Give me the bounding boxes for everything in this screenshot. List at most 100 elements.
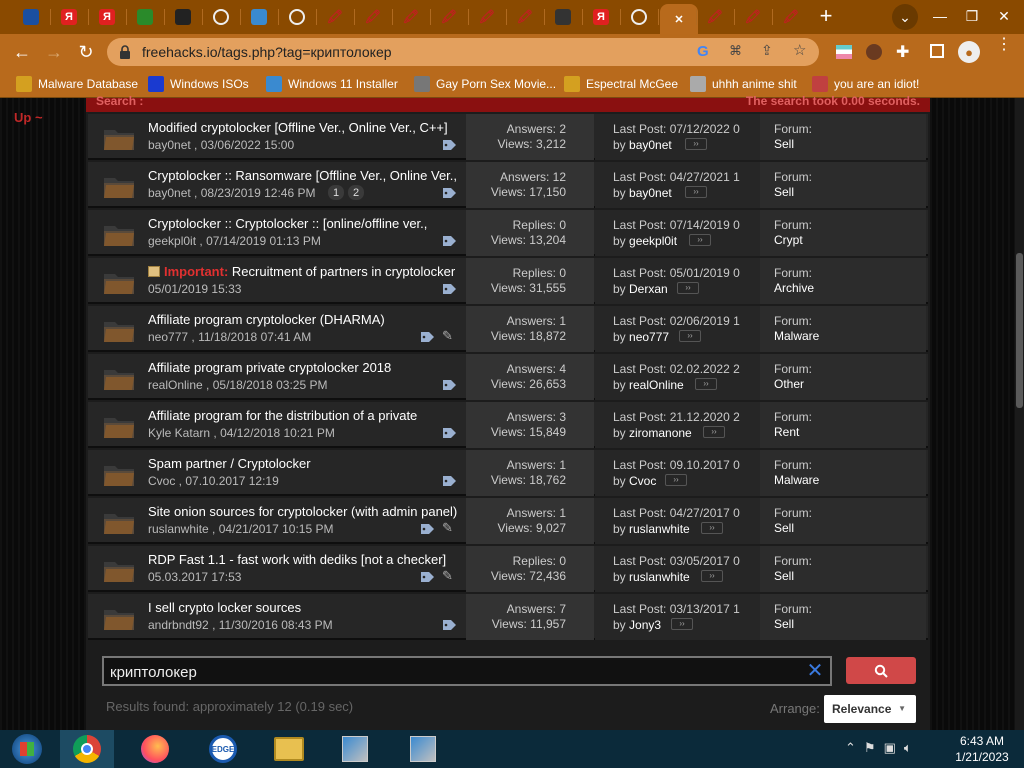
thread-title[interactable]: Cryptolocker :: Cryptolocker :: [online/… (148, 216, 427, 231)
go-to-last-post-icon[interactable]: ›› (677, 282, 699, 294)
google-icon[interactable]: G (697, 43, 709, 60)
browser-tab[interactable]: 🖍︎ (356, 4, 390, 30)
last-post-author[interactable]: bay0net (629, 186, 672, 200)
forum-name[interactable]: Sell (774, 617, 794, 631)
profile-avatar[interactable]: ● (958, 41, 980, 63)
thread-title[interactable]: Cryptolocker :: Ransomware [Offline Ver.… (148, 168, 457, 183)
forum-name[interactable]: Crypt (774, 233, 803, 247)
browser-tab[interactable] (204, 4, 238, 30)
clear-search-icon[interactable]: ✕ (804, 660, 826, 682)
search-input[interactable] (110, 661, 790, 683)
browser-tab[interactable]: 🖍︎ (508, 4, 542, 30)
bookmark-item[interactable]: Windows ISOs (148, 74, 249, 94)
thread-title[interactable]: Spam partner / Cryptolocker (148, 456, 311, 471)
go-to-last-post-icon[interactable]: ›› (685, 138, 707, 150)
go-to-last-post-icon[interactable]: ›› (701, 522, 723, 534)
thread-title[interactable]: Site onion sources for cryptolocker (wit… (148, 504, 457, 519)
bookmark-item[interactable]: Espectral McGee (564, 74, 678, 94)
thread-author[interactable]: realOnline (148, 378, 203, 392)
browser-tab[interactable] (128, 4, 162, 30)
minimize-icon[interactable]: — (924, 2, 956, 30)
search-button[interactable] (846, 657, 916, 684)
browser-tab[interactable]: Я (52, 4, 86, 30)
bookmark-item[interactable]: you are an idiot! (812, 74, 919, 94)
browser-tab[interactable]: 🖍︎ (470, 4, 504, 30)
forward-icon[interactable]: → (42, 40, 66, 64)
go-to-last-post-icon[interactable]: ›› (679, 330, 701, 342)
arrange-select[interactable]: Relevance ▼ (824, 695, 916, 723)
go-to-last-post-icon[interactable]: ›› (685, 186, 707, 198)
thread-title[interactable]: Affiliate program for the distribution o… (148, 408, 417, 423)
browser-tab[interactable]: 🖍︎ (774, 4, 808, 30)
go-to-last-post-icon[interactable]: ›› (701, 570, 723, 582)
go-to-last-post-icon[interactable]: ›› (695, 378, 717, 390)
taskbar-clock[interactable]: 6:43 AM 1/21/2023 (950, 733, 1014, 765)
last-post-author[interactable]: Cvoc (629, 474, 656, 488)
page-link[interactable]: 1 (328, 185, 344, 200)
action-center-flag-icon[interactable]: ⚑ (864, 740, 876, 756)
close-window-icon[interactable]: ✕ (988, 2, 1020, 30)
scroll-up-link[interactable]: Up ~ (14, 110, 43, 125)
network-icon[interactable]: ▣ (884, 740, 896, 756)
forum-name[interactable]: Other (774, 377, 804, 391)
forum-name[interactable]: Rent (774, 425, 799, 439)
page-link[interactable]: 2 (348, 185, 364, 200)
thread-author[interactable]: bay0net (148, 138, 191, 152)
tags-icon[interactable] (442, 186, 458, 199)
last-post-author[interactable]: geekpl0it (629, 234, 677, 248)
go-to-last-post-icon[interactable]: ›› (665, 474, 687, 486)
tags-icon[interactable] (442, 426, 458, 439)
taskbar-installer-1[interactable] (328, 730, 382, 768)
menu-dots-icon[interactable]: ⋮ (996, 37, 1012, 53)
go-to-last-post-icon[interactable]: ›› (671, 618, 693, 630)
forum-name[interactable]: Malware (774, 329, 819, 343)
last-post-author[interactable]: ruslanwhite (629, 522, 690, 536)
browser-tab[interactable] (546, 4, 580, 30)
forum-name[interactable]: Sell (774, 569, 794, 583)
browser-tab[interactable]: 🖍︎ (318, 4, 352, 30)
thread-author[interactable]: bay0net (148, 186, 191, 200)
taskbar-chrome[interactable] (60, 730, 114, 768)
thread-author[interactable]: ruslanwhite (148, 522, 209, 536)
last-post-author[interactable]: bay0net (629, 138, 672, 152)
tags-icon[interactable] (442, 474, 458, 487)
side-panel-icon[interactable] (930, 44, 944, 58)
tags-icon[interactable] (420, 330, 436, 343)
extension-flag-icon[interactable] (836, 45, 852, 59)
thread-title[interactable]: I sell crypto locker sources (148, 600, 301, 615)
bookmark-item[interactable]: uhhh anime shit (690, 74, 797, 94)
forum-name[interactable]: Malware (774, 473, 819, 487)
thread-title[interactable]: RDP Fast 1.1 - fast work with dediks [no… (148, 552, 446, 567)
forum-name[interactable]: Sell (774, 185, 794, 199)
thread-title[interactable]: Modified cryptolocker [Offline Ver., Onl… (148, 120, 448, 135)
browser-tab[interactable] (280, 4, 314, 30)
last-post-author[interactable]: realOnline (629, 378, 684, 392)
translate-icon[interactable]: ⌘ (729, 43, 742, 59)
thread-author[interactable]: andrbndt92 (148, 618, 209, 632)
show-hidden-icons-icon[interactable]: ⌃ (845, 740, 856, 756)
browser-tab[interactable]: ✕ (660, 4, 698, 34)
browser-tab[interactable] (242, 4, 276, 30)
back-icon[interactable]: ← (10, 40, 34, 64)
scrollbar-thumb[interactable] (1016, 253, 1023, 408)
forum-name[interactable]: Sell (774, 137, 794, 151)
browser-tab[interactable] (622, 4, 656, 30)
new-tab-icon[interactable]: + (810, 2, 842, 30)
restore-icon[interactable]: ❐ (956, 2, 988, 30)
last-post-author[interactable]: Derxan (629, 282, 668, 296)
tags-icon[interactable] (442, 282, 458, 295)
browser-tab[interactable]: Я (90, 4, 124, 30)
taskbar-file-explorer[interactable] (262, 730, 316, 768)
last-post-author[interactable]: ruslanwhite (629, 570, 690, 584)
tags-icon[interactable] (442, 378, 458, 391)
thread-author[interactable]: geekpl0it (148, 234, 196, 248)
bookmark-item[interactable]: Gay Porn Sex Movie... (414, 74, 556, 94)
address-bar[interactable]: freehacks.io/tags.php?tag=криптолокер G … (107, 38, 819, 66)
tags-icon[interactable] (442, 138, 458, 151)
go-to-last-post-icon[interactable]: ›› (689, 234, 711, 246)
extensions-puzzle-icon[interactable]: ✚ (896, 42, 909, 62)
go-to-last-post-icon[interactable]: ›› (703, 426, 725, 438)
browser-tab[interactable]: 🖍︎ (736, 4, 770, 30)
bookmark-item[interactable]: Windows 11 Installer (266, 74, 398, 94)
thread-title[interactable]: Affiliate program cryptolocker (DHARMA) (148, 312, 385, 327)
